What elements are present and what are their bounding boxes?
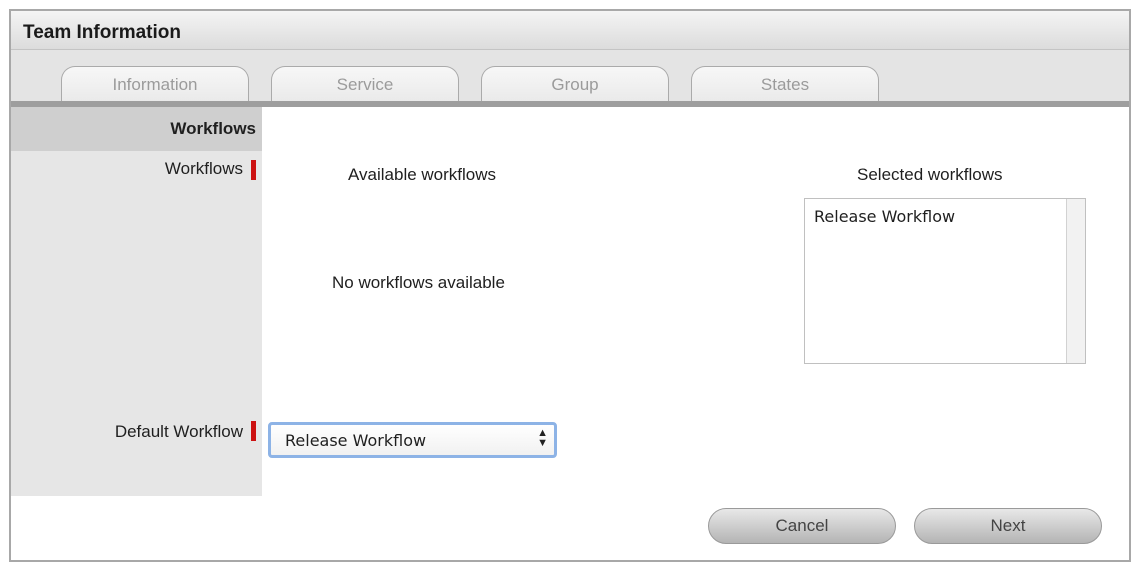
next-button[interactable]: Next [914,508,1102,544]
selected-workflows-title: Selected workflows [857,165,1003,184]
select-arrows-icon: ▲ ▼ [537,427,548,449]
title-bar: Team Information [11,11,1129,50]
required-marker [251,160,256,180]
default-workflow-select[interactable]: Release Workflow ▲ ▼ [268,422,557,458]
scrollbar[interactable] [1066,199,1085,363]
cancel-button[interactable]: Cancel [708,508,896,544]
selected-workflows-list[interactable]: Release Workflow [804,198,1086,364]
required-marker [251,421,256,441]
window-title: Team Information [23,22,181,43]
no-workflows-message: No workflows available [332,273,505,292]
default-workflow-label: Default Workflow [114,422,243,441]
available-workflows-title: Available workflows [348,165,497,184]
workflows-label: Workflows [164,159,243,178]
team-information-window: Team Information Information Service Gro… [9,9,1131,562]
field-label-column: Workflows Workflows Default Workflow [11,107,262,496]
tab-information[interactable]: Information [61,66,249,104]
section-title: Workflows [170,119,256,138]
tab-states[interactable]: States [691,66,879,104]
list-item[interactable]: Release Workflow [814,207,955,226]
tab-service[interactable]: Service [271,66,459,104]
section-header: Workflows [11,107,262,151]
default-workflow-value: Release Workflow [285,431,427,450]
tab-group[interactable]: Group [481,66,669,104]
tab-bar: Information Service Group States [11,50,1129,104]
